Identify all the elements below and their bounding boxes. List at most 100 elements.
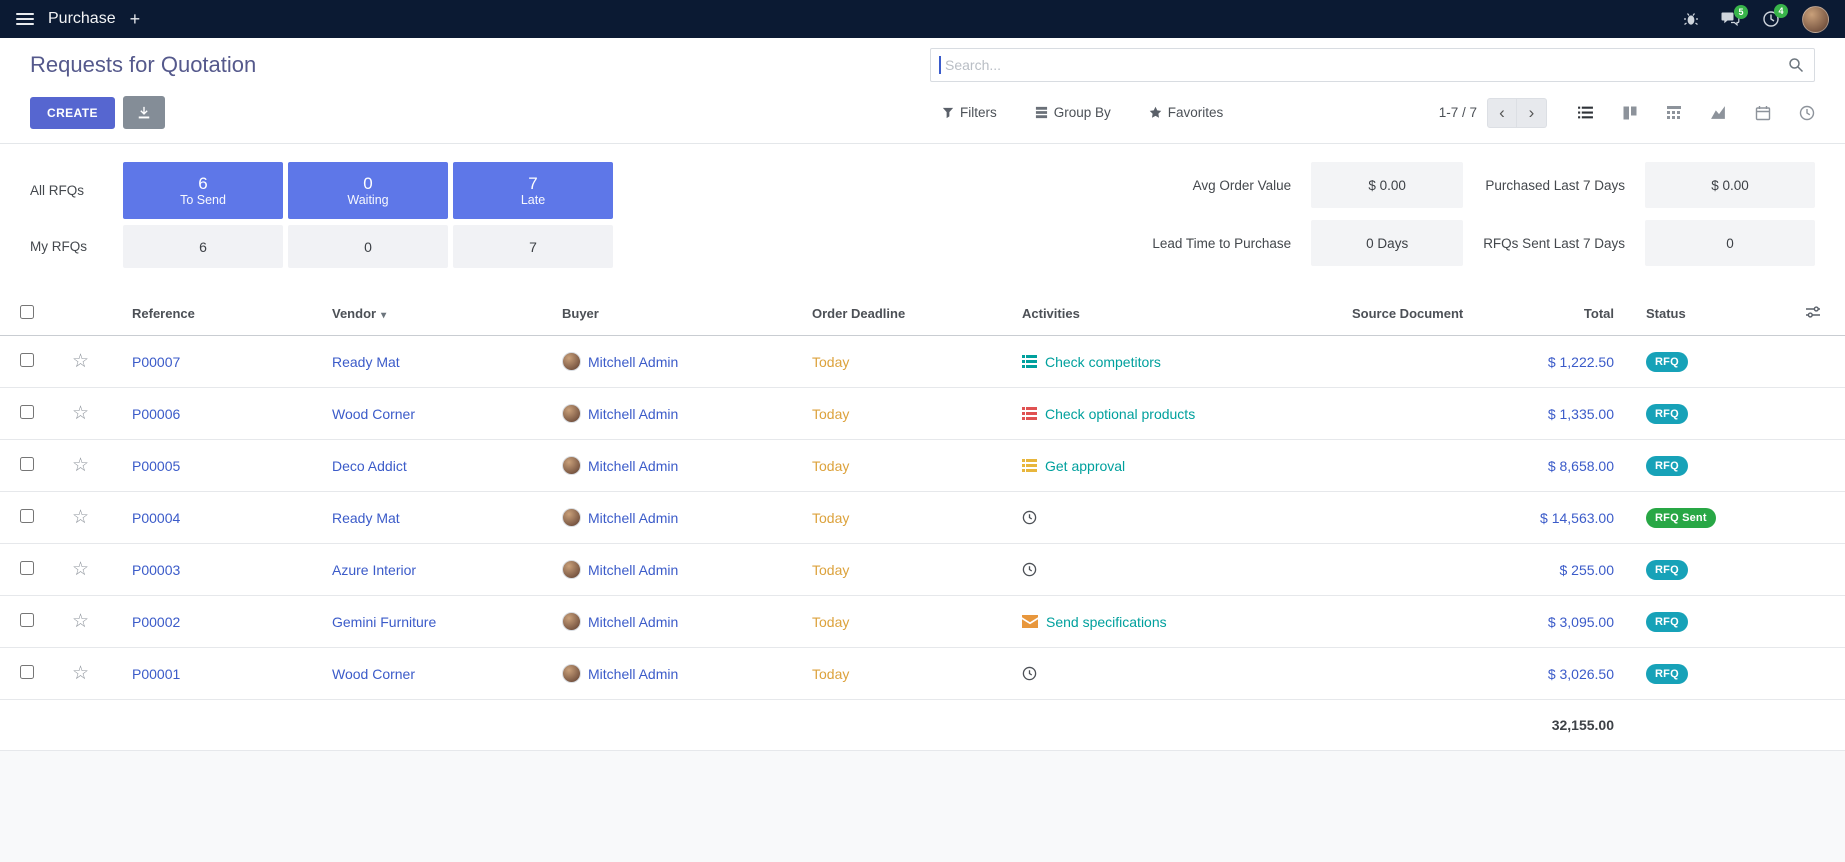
favorite-star-icon[interactable]: ☆ bbox=[72, 559, 89, 580]
reference-link[interactable]: P00001 bbox=[132, 666, 180, 682]
row-checkbox[interactable] bbox=[20, 405, 34, 419]
column-header-buyer[interactable]: Buyer bbox=[546, 290, 796, 336]
select-all-checkbox[interactable] bbox=[20, 305, 34, 319]
column-header-activities[interactable]: Activities bbox=[1006, 290, 1336, 336]
buyer-link[interactable]: Mitchell Admin bbox=[588, 354, 678, 370]
group-by-button[interactable]: Group By bbox=[1029, 104, 1117, 121]
column-header-status[interactable]: Status bbox=[1630, 290, 1760, 336]
vendor-link[interactable]: Deco Addict bbox=[332, 458, 407, 474]
vendor-link[interactable]: Ready Mat bbox=[332, 354, 400, 370]
search-icon[interactable] bbox=[1788, 57, 1804, 73]
buyer-link[interactable]: Mitchell Admin bbox=[588, 458, 678, 474]
kpi-waiting[interactable]: 0 Waiting bbox=[288, 162, 448, 219]
kpi-to-send[interactable]: 6 To Send bbox=[123, 162, 283, 219]
activity-label[interactable]: Send specifications bbox=[1046, 614, 1167, 630]
buyer-link[interactable]: Mitchell Admin bbox=[588, 666, 678, 682]
table-row[interactable]: ☆ P00001 Wood Corner Mitchell Admin Toda… bbox=[0, 648, 1845, 700]
plus-icon[interactable]: + bbox=[130, 10, 141, 28]
activity-label[interactable]: Get approval bbox=[1045, 458, 1125, 474]
vendor-link[interactable]: Wood Corner bbox=[332, 666, 415, 682]
kpi-late[interactable]: 7 Late bbox=[453, 162, 613, 219]
messages-badge: 5 bbox=[1734, 5, 1748, 19]
buyer-link[interactable]: Mitchell Admin bbox=[588, 562, 678, 578]
buyer-link[interactable]: Mitchell Admin bbox=[588, 510, 678, 526]
favorite-star-icon[interactable]: ☆ bbox=[72, 351, 89, 372]
activities-clock-icon[interactable]: 4 bbox=[1762, 10, 1780, 28]
tasks-icon[interactable] bbox=[1022, 459, 1037, 472]
table-row[interactable]: ☆ P00002 Gemini Furniture Mitchell Admin… bbox=[0, 596, 1845, 648]
lead-time-label: Lead Time to Purchase bbox=[1152, 236, 1291, 251]
optional-columns-icon[interactable] bbox=[1760, 290, 1845, 336]
row-checkbox[interactable] bbox=[20, 665, 34, 679]
apps-menu-icon[interactable] bbox=[16, 13, 34, 25]
total-amount: $ 3,095.00 bbox=[1548, 614, 1614, 630]
user-avatar[interactable] bbox=[1802, 6, 1829, 33]
table-row[interactable]: ☆ P00003 Azure Interior Mitchell Admin T… bbox=[0, 544, 1845, 596]
table-row[interactable]: ☆ P00006 Wood Corner Mitchell Admin Toda… bbox=[0, 388, 1845, 440]
reference-link[interactable]: P00004 bbox=[132, 510, 180, 526]
empty-area bbox=[0, 751, 1845, 862]
column-header-source-document[interactable]: Source Document bbox=[1336, 290, 1470, 336]
row-checkbox[interactable] bbox=[20, 353, 34, 367]
buyer-link[interactable]: Mitchell Admin bbox=[588, 406, 678, 422]
column-header-order-deadline[interactable]: Order Deadline bbox=[796, 290, 1006, 336]
vendor-link[interactable]: Wood Corner bbox=[332, 406, 415, 422]
pager-previous-button[interactable]: ‹ bbox=[1487, 98, 1517, 128]
schedule-activity-clock-icon[interactable] bbox=[1022, 562, 1037, 577]
favorite-star-icon[interactable]: ☆ bbox=[72, 611, 89, 632]
reference-link[interactable]: P00006 bbox=[132, 406, 180, 422]
order-deadline-value: Today bbox=[812, 562, 849, 578]
row-checkbox[interactable] bbox=[20, 613, 34, 627]
activity-view-icon[interactable] bbox=[1799, 105, 1815, 121]
favorite-star-icon[interactable]: ☆ bbox=[72, 403, 89, 424]
buyer-avatar bbox=[562, 456, 581, 475]
reference-link[interactable]: P00002 bbox=[132, 614, 180, 630]
favorites-button[interactable]: Favorites bbox=[1143, 104, 1230, 121]
schedule-activity-clock-icon[interactable] bbox=[1022, 510, 1037, 525]
reference-link[interactable]: P00007 bbox=[132, 354, 180, 370]
column-header-total[interactable]: Total bbox=[1470, 290, 1630, 336]
table-row[interactable]: ☆ P00005 Deco Addict Mitchell Admin Toda… bbox=[0, 440, 1845, 492]
vendor-link[interactable]: Azure Interior bbox=[332, 562, 416, 578]
pager-next-button[interactable]: › bbox=[1517, 98, 1547, 128]
messages-icon[interactable]: 5 bbox=[1721, 11, 1740, 28]
my-to-send[interactable]: 6 bbox=[123, 225, 283, 268]
export-button[interactable] bbox=[123, 96, 165, 129]
filters-button[interactable]: Filters bbox=[936, 104, 1003, 121]
column-header-vendor[interactable]: Vendor▾ bbox=[316, 290, 546, 336]
search-input[interactable] bbox=[941, 57, 1788, 73]
bug-icon[interactable] bbox=[1683, 11, 1699, 27]
activity-label[interactable]: Check optional products bbox=[1045, 406, 1195, 422]
create-button[interactable]: CREATE bbox=[30, 97, 115, 129]
vendor-link[interactable]: Gemini Furniture bbox=[332, 614, 436, 630]
column-header-reference[interactable]: Reference bbox=[116, 290, 316, 336]
tasks-icon[interactable] bbox=[1022, 355, 1037, 368]
row-checkbox[interactable] bbox=[20, 509, 34, 523]
envelope-icon[interactable] bbox=[1022, 615, 1038, 628]
favorite-star-icon[interactable]: ☆ bbox=[72, 507, 89, 528]
buyer-link[interactable]: Mitchell Admin bbox=[588, 614, 678, 630]
row-checkbox[interactable] bbox=[20, 457, 34, 471]
table-row[interactable]: ☆ P00004 Ready Mat Mitchell Admin Today … bbox=[0, 492, 1845, 544]
row-checkbox[interactable] bbox=[20, 561, 34, 575]
status-badge: RFQ bbox=[1646, 456, 1688, 476]
app-menu-purchase[interactable]: Purchase bbox=[48, 10, 116, 28]
table-row[interactable]: ☆ P00007 Ready Mat Mitchell Admin Today … bbox=[0, 336, 1845, 388]
buyer-avatar bbox=[562, 560, 581, 579]
calendar-view-icon[interactable] bbox=[1755, 105, 1771, 121]
my-waiting[interactable]: 0 bbox=[288, 225, 448, 268]
graph-view-icon[interactable] bbox=[1710, 104, 1727, 121]
tasks-icon[interactable] bbox=[1022, 407, 1037, 420]
my-late[interactable]: 7 bbox=[453, 225, 613, 268]
kanban-view-icon[interactable] bbox=[1622, 105, 1638, 121]
activity-label[interactable]: Check competitors bbox=[1045, 354, 1161, 370]
list-view-icon[interactable] bbox=[1577, 104, 1594, 121]
pivot-view-icon[interactable] bbox=[1666, 105, 1682, 121]
reference-link[interactable]: P00005 bbox=[132, 458, 180, 474]
reference-link[interactable]: P00003 bbox=[132, 562, 180, 578]
schedule-activity-clock-icon[interactable] bbox=[1022, 666, 1037, 681]
vendor-link[interactable]: Ready Mat bbox=[332, 510, 400, 526]
favorite-star-icon[interactable]: ☆ bbox=[72, 455, 89, 476]
order-deadline-value: Today bbox=[812, 354, 849, 370]
favorite-star-icon[interactable]: ☆ bbox=[72, 663, 89, 684]
